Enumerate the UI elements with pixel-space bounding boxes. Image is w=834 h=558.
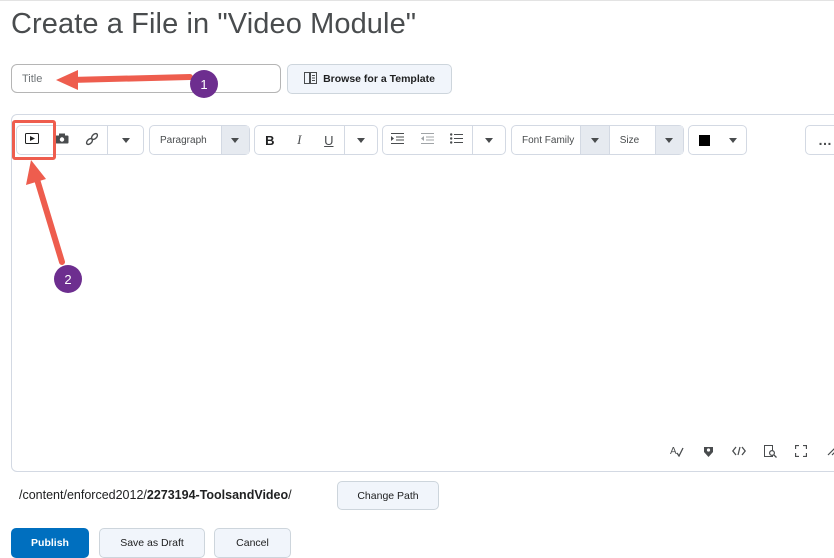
publish-button[interactable]: Publish [11,528,89,558]
font-size-dropdown[interactable] [654,126,683,154]
list-more-dropdown[interactable] [471,126,505,154]
editor-status-bar: A [666,440,834,462]
save-as-draft-button[interactable]: Save as Draft [99,528,205,558]
format-more-dropdown[interactable] [343,126,377,154]
font-family-select[interactable]: Font Famil​y [512,126,580,154]
more-tools-button[interactable]: … [805,125,834,155]
cancel-button[interactable]: Cancel [214,528,291,558]
paragraph-select[interactable]: Paragraph [149,125,250,155]
italic-button[interactable]: I [285,126,315,154]
text-color-dropdown[interactable] [719,126,746,154]
top-divider [0,0,834,1]
step-callout-1: 1 [190,70,218,98]
browse-template-label: Browse for a Template [323,73,435,85]
insert-more-dropdown[interactable] [107,126,143,154]
indent-icon [391,133,405,147]
spellcheck-icon[interactable]: A [666,440,688,462]
font-group: Font Famil​y Size [511,125,684,155]
html-editor[interactable]: Paragraph B I U Font Fami [11,114,834,472]
font-size-select[interactable]: Size [608,126,655,154]
underline-button[interactable]: U [314,126,344,154]
bullet-list-button[interactable] [442,126,472,154]
accessibility-check-icon[interactable] [697,440,719,462]
paragraph-label: Paragraph [160,134,207,146]
change-path-button[interactable]: Change Path [337,481,439,510]
path-folder: 2273194-ToolsandVideo [146,488,289,502]
title-input[interactable] [11,64,281,93]
path-suffix: / [288,488,292,502]
template-icon [304,71,318,87]
list-icon [450,133,464,147]
preview-icon[interactable] [759,440,781,462]
chevron-down-icon [484,137,493,143]
font-family-dropdown[interactable] [580,126,609,154]
outdent-icon [420,133,434,147]
paragraph-dropdown[interactable] [220,126,249,154]
ellipsis-icon: … [818,132,832,148]
alignment-group [382,125,506,155]
resize-handle-icon[interactable] [821,440,834,462]
browse-template-button[interactable]: Browse for a Template [287,64,452,94]
text-color-swatch[interactable] [689,126,719,154]
video-button-highlight [12,120,56,160]
file-path: /content/enforced2012/2273194-ToolsandVi… [19,488,292,502]
chevron-down-icon [231,137,240,143]
source-code-icon[interactable] [728,440,750,462]
insert-link-button[interactable] [77,126,107,154]
format-group: B I U [254,125,378,155]
path-prefix: /content/enforced2012/ [19,488,147,502]
page-title: Create a File in "Video Module" [11,8,417,40]
chevron-down-icon [356,137,365,143]
camera-icon [55,133,69,147]
chevron-down-icon [121,137,130,143]
chevron-down-icon [591,137,600,143]
color-swatch [698,134,710,146]
bold-button[interactable]: B [255,126,285,154]
svg-text:A: A [670,446,677,457]
chevron-down-icon [728,137,737,143]
fullscreen-icon[interactable] [790,440,812,462]
indent-button[interactable] [383,126,413,154]
outdent-button[interactable] [413,126,443,154]
chevron-down-icon [665,137,674,143]
link-icon [85,132,99,149]
text-color-picker[interactable] [688,125,747,155]
step-callout-2: 2 [54,265,82,293]
